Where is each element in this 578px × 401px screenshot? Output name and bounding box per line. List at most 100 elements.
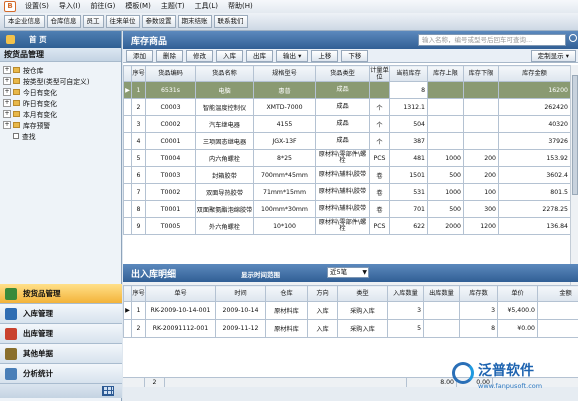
nav-analytics[interactable]: 分析统计 xyxy=(0,364,122,384)
column-header[interactable]: 方向 xyxy=(307,285,338,302)
module-period-close[interactable]: 期末结账 xyxy=(177,15,212,28)
table-cell[interactable]: 个 xyxy=(369,115,390,133)
column-header[interactable]: 单价 xyxy=(497,285,538,302)
table-cell[interactable]: ¥16 xyxy=(537,301,578,320)
tree-item-search[interactable]: 查找 xyxy=(3,130,121,141)
table-cell[interactable]: 2009-11-12 xyxy=(215,319,266,338)
menu-template[interactable]: 模板(M) xyxy=(120,0,156,13)
column-header[interactable]: 库存上限 xyxy=(427,65,464,82)
table-cell[interactable]: 成品 xyxy=(315,81,370,99)
table-cell[interactable]: 电脑 xyxy=(195,81,254,99)
table-cell[interactable] xyxy=(423,301,460,320)
grid-view-icon[interactable] xyxy=(102,386,114,396)
row-indicator[interactable] xyxy=(123,183,132,201)
table-cell[interactable]: ¥ xyxy=(537,319,578,338)
table-row[interactable]: 4 C0001 三项固态继电器 JGX-13F 成品个 387 37926 xyxy=(123,132,570,150)
table-cell[interactable]: 4 xyxy=(131,132,146,150)
table-cell[interactable]: 4155 xyxy=(253,115,316,133)
table-cell[interactable]: 100 xyxy=(463,183,499,201)
table-cell[interactable]: 8 xyxy=(459,319,498,338)
table-cell[interactable]: 300 xyxy=(463,200,499,218)
column-header[interactable]: 序号 xyxy=(131,65,146,82)
table-cell[interactable]: 37926 xyxy=(498,132,570,150)
table-cell[interactable]: 原材料\辅料\胶带 xyxy=(315,166,370,184)
table-cell[interactable] xyxy=(463,115,499,133)
row-indicator[interactable] xyxy=(123,319,132,338)
module-partners[interactable]: 往来单位 xyxy=(105,15,140,28)
time-range-select[interactable]: 近5笔 ▼ xyxy=(327,267,369,278)
table-cell[interactable]: 1501 xyxy=(389,166,428,184)
table-cell[interactable]: 2278.25 xyxy=(498,200,570,218)
search-icon[interactable] xyxy=(569,34,577,42)
app-logo-icon[interactable]: B xyxy=(0,0,20,13)
column-header[interactable]: 库存金额 xyxy=(498,65,570,82)
table-cell[interactable]: 三项固态继电器 xyxy=(195,132,254,150)
add-button[interactable]: 添加 xyxy=(126,49,153,62)
column-header[interactable]: 库存数 xyxy=(459,285,498,302)
home-button[interactable]: 首 页 xyxy=(0,31,121,48)
menu-help[interactable]: 帮助(H) xyxy=(223,0,258,13)
table-cell[interactable]: 9 xyxy=(131,217,146,235)
nav-outbound-management[interactable]: 出库管理 xyxy=(0,324,122,344)
column-header[interactable]: 类型 xyxy=(337,285,388,302)
table-cell[interactable]: 双面导热胶带 xyxy=(195,183,254,201)
table-cell[interactable]: 504 xyxy=(389,115,428,133)
table-cell[interactable]: 2000 xyxy=(427,217,464,235)
table-cell[interactable]: 采购入库 xyxy=(337,319,388,338)
table-cell[interactable]: 双面聚氨酯泡绵胶带 xyxy=(195,200,254,218)
column-header[interactable]: 仓库 xyxy=(265,285,308,302)
table-cell[interactable]: 3 xyxy=(387,301,424,320)
table-cell[interactable]: 原材料库 xyxy=(265,319,308,338)
menu-import[interactable]: 导入(I) xyxy=(54,0,86,13)
stock-in-button[interactable]: 入库 xyxy=(216,49,243,62)
vertical-scrollbar[interactable] xyxy=(570,65,578,287)
table-cell[interactable]: 原材料\零部件\螺栓 xyxy=(315,149,370,167)
tree-item-stock-warning[interactable]: + 库存预警 xyxy=(3,119,121,130)
table-row[interactable]: 2 C0003 智能温度控制仪 XMTD-7000 成品个 1312.1 262420 xyxy=(123,98,570,116)
table-cell[interactable]: T0001 xyxy=(145,200,196,218)
row-indicator[interactable] xyxy=(123,166,132,184)
table-cell[interactable]: T0005 xyxy=(145,217,196,235)
table-cell[interactable]: 8 xyxy=(131,200,146,218)
table-cell[interactable]: 531 xyxy=(389,183,428,201)
table-cell[interactable]: T0003 xyxy=(145,166,196,184)
nav-inbound-management[interactable]: 入库管理 xyxy=(0,304,122,324)
expand-icon[interactable]: + xyxy=(3,65,11,74)
table-cell[interactable]: JGX-13F xyxy=(253,132,316,150)
table-cell[interactable]: 1 xyxy=(131,301,146,320)
table-cell[interactable]: 成品 xyxy=(315,98,370,116)
table-cell[interactable] xyxy=(423,319,460,338)
row-indicator[interactable] xyxy=(123,200,132,218)
table-cell[interactable]: 71mm*15mm xyxy=(253,183,316,201)
row-indicator[interactable]: ▶ xyxy=(123,301,132,320)
table-cell[interactable]: XMTD-7000 xyxy=(253,98,316,116)
table-cell[interactable]: 个 xyxy=(369,98,390,116)
menu-settings[interactable]: 设置(S) xyxy=(20,0,54,13)
table-cell[interactable]: 8*25 xyxy=(253,149,316,167)
table-cell[interactable]: 801.5 xyxy=(498,183,570,201)
table-row[interactable]: ▶ 1 RK-2009-10-14-001 2009-10-14 原材料库 入库 采购入库 3… xyxy=(123,301,578,320)
table-cell[interactable]: 481 xyxy=(389,149,428,167)
table-cell[interactable]: 700mm*45mm xyxy=(253,166,316,184)
table-cell[interactable]: ¥0.00 xyxy=(497,319,538,338)
stock-out-button[interactable]: 出库 xyxy=(246,49,273,62)
table-row[interactable]: 5 T0004 内六角螺栓 8*25 原材料\零部件\螺栓 PCS 481 1000 200 15… xyxy=(123,149,570,167)
table-cell[interactable]: 原材料\零部件\螺栓 xyxy=(315,217,370,235)
tree-item-by-warehouse[interactable]: + 按仓库 xyxy=(3,64,121,75)
table-cell[interactable]: 622 xyxy=(389,217,428,235)
module-warehouse-info[interactable]: 仓库信息 xyxy=(46,15,81,28)
table-cell[interactable]: 惠普 xyxy=(253,81,316,99)
table-cell[interactable]: 原材料\辅料\胶带 xyxy=(315,183,370,201)
table-cell[interactable]: 136.84 xyxy=(498,217,570,235)
table-cell[interactable]: 内六角螺栓 xyxy=(195,149,254,167)
tree-item-yesterday[interactable]: + 昨日有变化 xyxy=(3,97,121,108)
search-input[interactable]: 输入名称，编号或型号后回车可查询... xyxy=(418,34,566,46)
table-cell[interactable]: T0004 xyxy=(145,149,196,167)
table-cell[interactable] xyxy=(463,81,499,99)
table-cell[interactable]: 1312.1 xyxy=(389,98,428,116)
custom-display-button[interactable]: 定制显示 ▾ xyxy=(530,49,576,62)
table-cell[interactable]: 40320 xyxy=(498,115,570,133)
table-row[interactable]: 8 T0001 双面聚氨酯泡绵胶带 100mm*30mm 原材料\辅料\胶带卷 701 50… xyxy=(123,200,570,218)
nav-goods-management[interactable]: 按货品管理 xyxy=(0,284,122,304)
module-employees[interactable]: 员工 xyxy=(82,15,104,28)
